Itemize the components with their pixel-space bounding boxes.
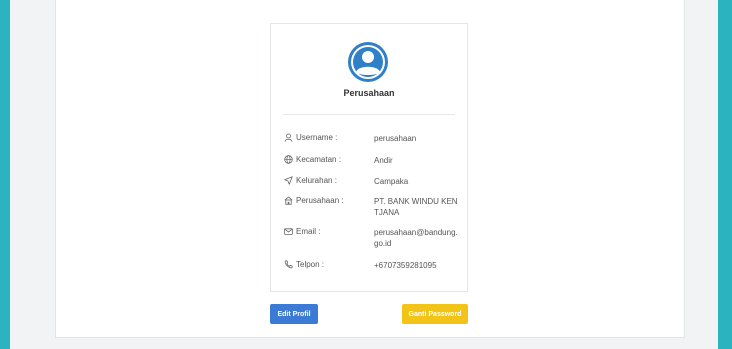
edit-profile-button[interactable]: Edit Profil xyxy=(270,304,318,324)
field-value: perusahaan xyxy=(374,134,417,143)
user-icon xyxy=(284,133,293,142)
field-value: perusahaan@bandung.go.id xyxy=(374,228,458,248)
mail-icon xyxy=(284,227,293,236)
field-label: Perusahaan : xyxy=(296,196,344,205)
divider xyxy=(283,114,455,115)
field-value: PT. BANK WINDU KENTJANA xyxy=(374,197,458,217)
field-label: Email : xyxy=(296,227,321,236)
profile-role: Perusahaan xyxy=(343,88,395,98)
field-value: +6707359281095 xyxy=(374,261,437,270)
building-icon xyxy=(284,196,293,205)
field-label: Kecamatan : xyxy=(296,155,341,164)
profile-card: Perusahaan Username : perusahaan Kecamat… xyxy=(270,23,468,292)
phone-icon xyxy=(284,260,293,269)
field-value: Andir xyxy=(374,156,393,165)
field-value: Campaka xyxy=(374,177,409,186)
change-password-button[interactable]: Ganti Password xyxy=(402,304,468,324)
field-label: Kelurahan : xyxy=(296,176,337,185)
globe-icon xyxy=(284,155,293,164)
field-label: Telpon : xyxy=(296,260,325,269)
avatar-icon xyxy=(347,41,389,83)
field-label: Username : xyxy=(296,133,338,142)
send-icon xyxy=(284,176,293,185)
